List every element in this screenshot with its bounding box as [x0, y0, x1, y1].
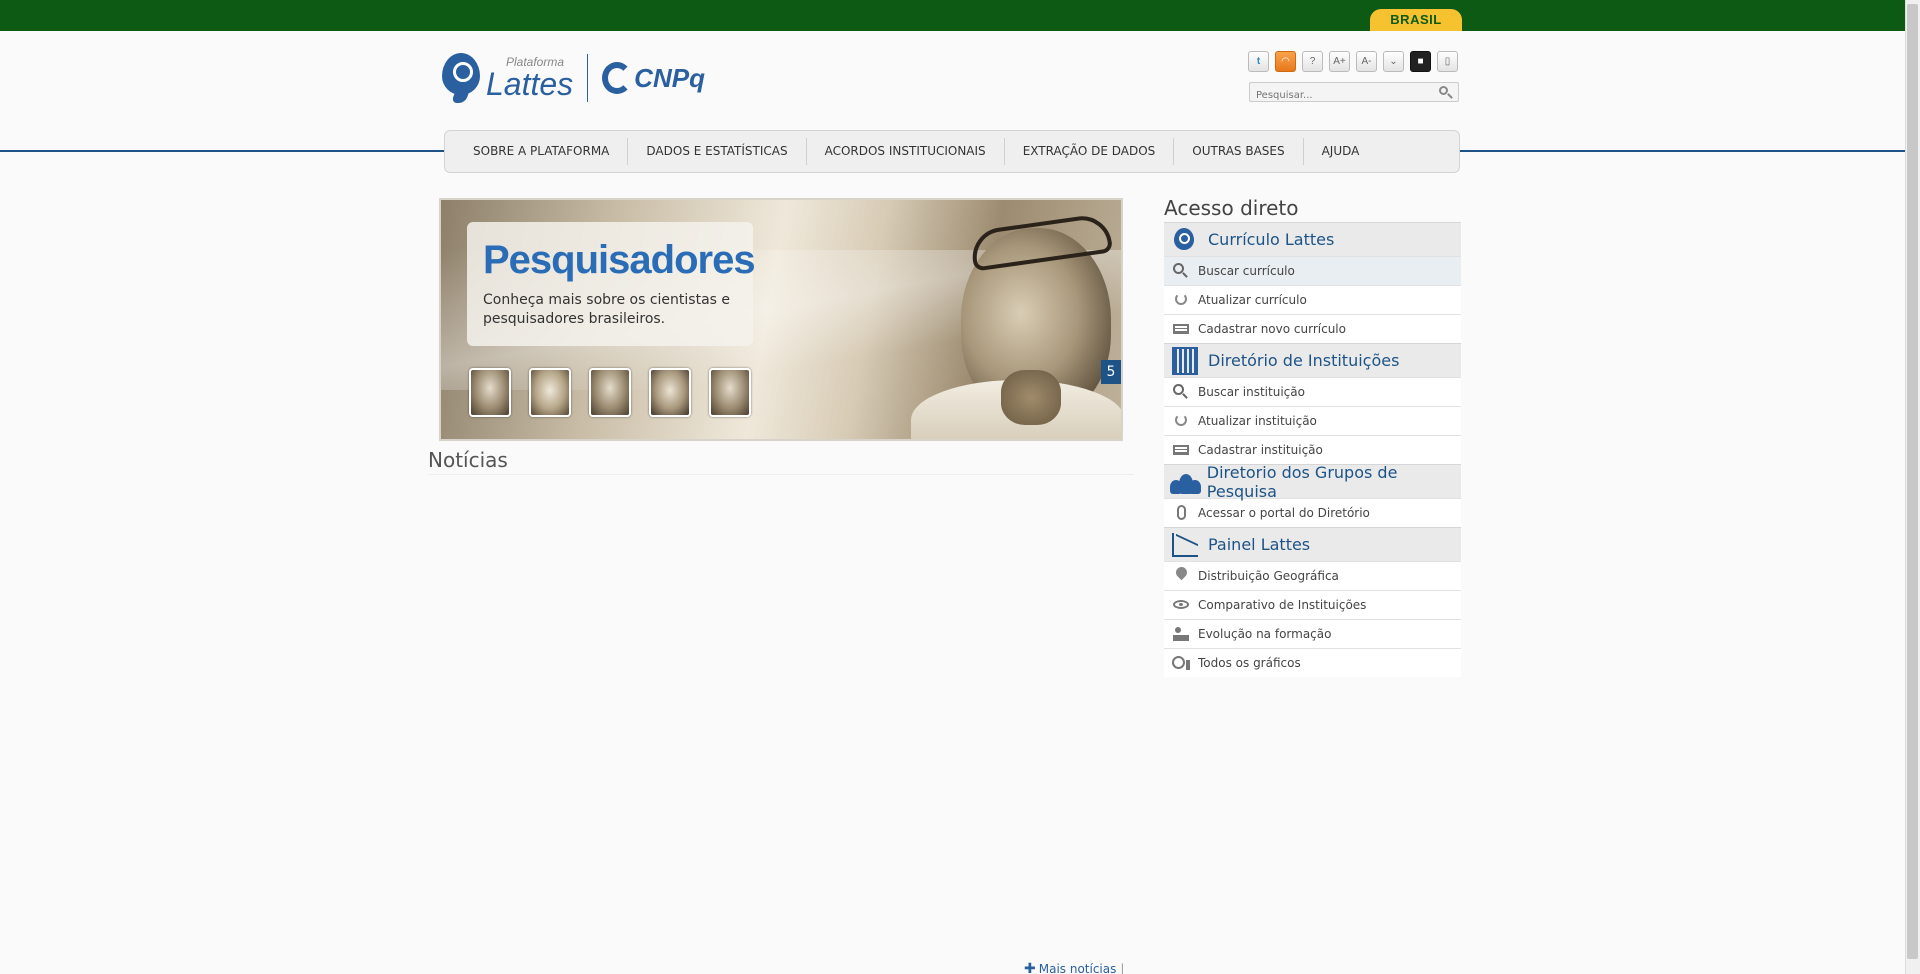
sidebar-item-label: Acessar o portal do Diretório: [1198, 506, 1370, 520]
cnpq-logo-icon[interactable]: [602, 60, 633, 96]
refresh-icon: [1172, 291, 1190, 309]
banner-subtitle-line2: pesquisadores brasileiros.: [483, 311, 666, 327]
group-icon: [1170, 468, 1201, 496]
sidebar-item-label: Atualizar currículo: [1198, 293, 1307, 307]
sidebar-item-label: Atualizar instituição: [1198, 414, 1317, 428]
sidebar-list: Currículo Lattes Buscar currículo Atuali…: [1164, 222, 1461, 677]
sidebar-item-atualizar-curriculo[interactable]: Atualizar currículo: [1164, 285, 1461, 314]
lattes-logo-icon[interactable]: [440, 51, 482, 105]
header-logos: Plataforma Lattes CNPq: [440, 50, 705, 106]
banner-thumbnail[interactable]: [469, 368, 511, 417]
nav-item-acordos[interactable]: ACORDOS INSTITUCIONAIS: [807, 138, 1005, 165]
banner-thumbnail[interactable]: [649, 368, 691, 417]
search-box: [1249, 82, 1459, 105]
sidebar-item-label: Buscar currículo: [1198, 264, 1295, 278]
banner-thumbnail[interactable]: [529, 368, 571, 417]
sidebar-item-todos-graficos[interactable]: Todos os gráficos: [1164, 648, 1461, 677]
sidebar-item-atualizar-instituicao[interactable]: Atualizar instituição: [1164, 406, 1461, 435]
twitter-icon[interactable]: t: [1248, 51, 1269, 72]
font-decrease-icon[interactable]: A-: [1356, 51, 1377, 72]
sidebar-item-label: Distribuição Geográfica: [1198, 569, 1339, 583]
banner-title: Pesquisadores: [483, 238, 756, 282]
gov-bar: BRASIL: [0, 0, 1905, 31]
news-panel: [428, 474, 1134, 974]
cnpq-logo-text[interactable]: CNPq: [634, 63, 705, 94]
sidebar-item-label: Todos os gráficos: [1198, 656, 1301, 670]
sidebar-item-label: Cadastrar novo currículo: [1198, 322, 1346, 336]
contrast-icon[interactable]: ■: [1410, 51, 1431, 72]
eye-icon: [1172, 596, 1190, 614]
scrollbar-thumb[interactable]: [1907, 4, 1918, 959]
sidebar-item-portal-diretorio[interactable]: Acessar o portal do Diretório: [1164, 498, 1461, 527]
refresh-icon: [1172, 412, 1190, 430]
sidebar-section-label: Painel Lattes: [1208, 535, 1311, 554]
banner-thumbnail[interactable]: [709, 368, 751, 417]
sidebar-item-buscar-curriculo[interactable]: Buscar currículo: [1164, 256, 1461, 285]
sidebar-item-label: Cadastrar instituição: [1198, 443, 1323, 457]
lattes-icon: [1170, 226, 1198, 254]
chevron-down-icon[interactable]: ⌄: [1383, 51, 1404, 72]
sidebar-item-evolucao[interactable]: Evolução na formação: [1164, 619, 1461, 648]
lattes-logo-text[interactable]: Plataforma Lattes: [486, 56, 573, 100]
sidebar-section-instituicoes[interactable]: Diretório de Instituições: [1164, 343, 1461, 377]
search-icon[interactable]: [1438, 85, 1454, 100]
sidebar-item-label: Comparativo de Instituições: [1198, 598, 1367, 612]
banner-subtitle-line1: Conheça mais sobre os cientistas e: [483, 292, 731, 308]
sidebar-section-curriculo[interactable]: Currículo Lattes: [1164, 222, 1461, 256]
banner-subtitle: Conheça mais sobre os cientistas e pesqu…: [483, 291, 737, 329]
sidebar-section-label: Diretório de Instituições: [1208, 351, 1400, 370]
help-icon[interactable]: ?: [1302, 51, 1323, 72]
evolution-icon: [1172, 625, 1190, 643]
brasil-link[interactable]: BRASIL: [1370, 9, 1462, 31]
toolbar-icons: t ◠ ? A+ A- ⌄ ■ ▯: [1248, 51, 1458, 72]
banner-portrait-hand: [1001, 370, 1061, 425]
nav-item-dados[interactable]: DADOS E ESTATÍSTICAS: [628, 138, 807, 165]
nav-item-sobre[interactable]: SOBRE A PLATAFORMA: [455, 138, 629, 165]
banner-thumbnail[interactable]: [589, 368, 631, 417]
more-news-label: Mais notícias: [1038, 962, 1117, 974]
building-icon: [1170, 346, 1198, 375]
sidebar-item-comparativo[interactable]: Comparativo de Instituições: [1164, 590, 1461, 619]
search-icon: [1172, 383, 1190, 401]
lock-icon[interactable]: ▯: [1437, 51, 1458, 72]
banner-carousel[interactable]: Pesquisadores Conheça mais sobre os cien…: [439, 198, 1123, 441]
sidebar-section-label: Currículo Lattes: [1208, 230, 1335, 249]
sidebar-item-distribuicao[interactable]: Distribuição Geográfica: [1164, 561, 1461, 590]
nav-item-ajuda[interactable]: AJUDA: [1304, 138, 1378, 165]
logo-big-text: Lattes: [486, 66, 574, 102]
graphs-icon: [1172, 654, 1190, 672]
plus-icon: ✚: [1024, 961, 1036, 974]
font-increase-icon[interactable]: A+: [1329, 51, 1350, 72]
main-nav: SOBRE A PLATAFORMA DADOS E ESTATÍSTICAS …: [444, 130, 1460, 173]
card-icon: [1172, 320, 1190, 338]
nav-item-extracao[interactable]: EXTRAÇÃO DE DADOS: [1005, 138, 1175, 165]
sidebar-title: Acesso direto: [1164, 196, 1299, 220]
more-news-link[interactable]: ✚ Mais notícias |: [1024, 961, 1124, 974]
pin-icon: [1172, 564, 1190, 585]
sidebar-item-cadastrar-instituicao[interactable]: Cadastrar instituição: [1164, 435, 1461, 464]
rss-icon[interactable]: ◠: [1275, 51, 1296, 72]
banner-thumbnails: [469, 368, 751, 417]
sidebar-section-label: Diretorio dos Grupos de Pesquisa: [1206, 462, 1398, 501]
page-scrollbar[interactable]: [1905, 0, 1920, 974]
sidebar-section-painel[interactable]: Painel Lattes: [1164, 527, 1461, 561]
search-icon: [1172, 262, 1190, 280]
sidebar-item-label: Buscar instituição: [1198, 385, 1305, 399]
sidebar-item-label: Evolução na formação: [1198, 627, 1332, 641]
news-title: Notícias: [428, 448, 508, 472]
card-icon: [1172, 441, 1190, 459]
banner-caption: Pesquisadores Conheça mais sobre os cien…: [467, 222, 756, 346]
sidebar-section-grupos[interactable]: Diretorio dos Grupos de Pesquisa: [1164, 462, 1461, 501]
mouse-icon: [1172, 504, 1190, 522]
logo-divider: [587, 54, 589, 102]
search-input[interactable]: [1250, 86, 1430, 105]
more-news-separator: |: [1120, 962, 1125, 974]
slide-number-badge[interactable]: 5: [1101, 360, 1121, 384]
chart-icon: [1170, 531, 1198, 559]
sidebar-item-cadastrar-curriculo[interactable]: Cadastrar novo currículo: [1164, 314, 1461, 343]
sidebar-item-buscar-instituicao[interactable]: Buscar instituição: [1164, 377, 1461, 406]
nav-item-outras-bases[interactable]: OUTRAS BASES: [1174, 138, 1304, 165]
